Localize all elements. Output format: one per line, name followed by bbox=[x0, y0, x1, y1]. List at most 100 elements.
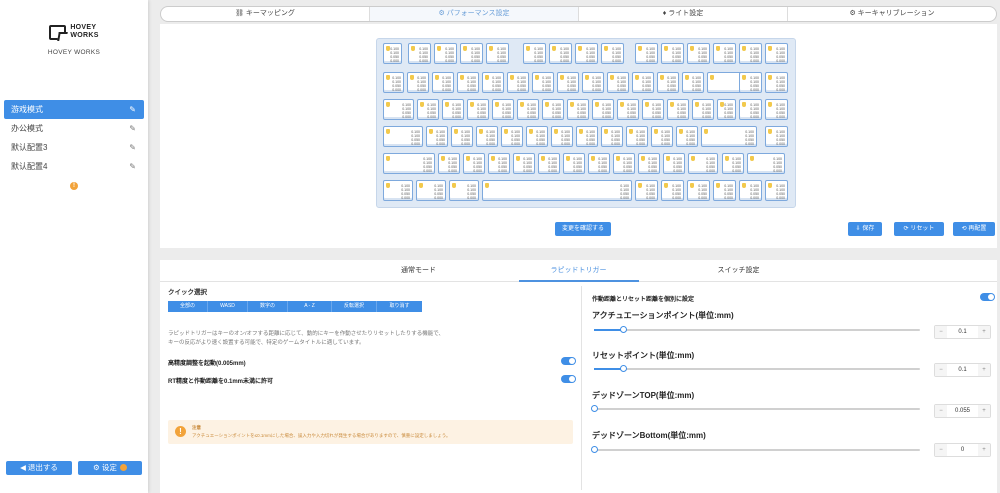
profile-item-office[interactable]: 办公模式 ✎ bbox=[4, 119, 144, 138]
keyboard-key[interactable]: 0.1000.1000.0500.000 bbox=[438, 153, 460, 174]
keyboard-key[interactable]: 0.1000.1000.0500.000 bbox=[765, 72, 788, 93]
settings-button[interactable]: ⚙ 设定 bbox=[78, 461, 142, 475]
keyboard-key[interactable]: 0.1000.1000.0500.000 bbox=[661, 43, 684, 64]
keyboard-key[interactable]: 0.1000.1000.0500.000 bbox=[417, 99, 439, 120]
decrement-button[interactable]: − bbox=[935, 364, 947, 376]
reset-button[interactable]: ⟳ リセット bbox=[894, 222, 944, 236]
keyboard-key[interactable]: 0.1000.1000.0500.000 bbox=[765, 99, 788, 120]
profile-item-game[interactable]: 游戏模式 ✎ bbox=[4, 100, 144, 119]
select-all-button[interactable]: 全部の bbox=[168, 301, 208, 312]
keyboard-key[interactable]: 0.1000.1000.0500.000 bbox=[383, 126, 423, 147]
stepper-value[interactable]: 0.1 bbox=[947, 326, 978, 338]
keyboard-key[interactable]: 0.1000.1000.0500.000 bbox=[765, 126, 788, 147]
keyboard-key[interactable]: 0.1000.1000.0500.000 bbox=[661, 180, 684, 201]
keyboard-key[interactable]: 0.1000.1000.0500.000 bbox=[651, 126, 673, 147]
edit-icon[interactable]: ✎ bbox=[129, 119, 136, 138]
profile-item-default3[interactable]: 默认配置3 ✎ bbox=[4, 138, 144, 157]
keyboard-key[interactable]: 0.1000.1000.0500.000 bbox=[717, 99, 736, 120]
relayout-button[interactable]: ⟲ 再配置 bbox=[953, 222, 995, 236]
keyboard-key[interactable]: 0.1000.1000.0500.000 bbox=[482, 180, 632, 201]
keyboard-key[interactable]: 0.1000.1000.0500.000 bbox=[486, 43, 509, 64]
exit-button[interactable]: ◀ 退出する bbox=[6, 461, 72, 475]
keyboard-key[interactable]: 0.1000.1000.0500.000 bbox=[467, 99, 489, 120]
separate-settings-toggle[interactable] bbox=[980, 293, 995, 301]
keyboard-key[interactable]: 0.1000.1000.0500.000 bbox=[642, 99, 664, 120]
keyboard-key[interactable]: 0.1000.1000.0500.000 bbox=[676, 126, 698, 147]
keyboard-key[interactable]: 0.1000.1000.0500.000 bbox=[575, 43, 598, 64]
keyboard-key[interactable]: 0.1000.1000.0500.000 bbox=[713, 180, 736, 201]
keyboard-key[interactable]: 0.1000.1000.0500.000 bbox=[601, 43, 624, 64]
keyboard-key[interactable]: 0.1000.1000.0500.000 bbox=[383, 99, 414, 120]
keyboard-key[interactable]: 0.1000.1000.0500.000 bbox=[383, 72, 404, 93]
slider-thumb[interactable] bbox=[620, 326, 628, 333]
keyboard-key[interactable]: 0.1000.1000.0500.000 bbox=[765, 43, 788, 64]
keyboard-key[interactable]: 0.1000.1000.0500.000 bbox=[476, 126, 498, 147]
tab-light[interactable]: ♦ ライト設定 bbox=[579, 7, 788, 21]
keyboard-key[interactable]: 0.1000.1000.0500.000 bbox=[457, 72, 479, 93]
keyboard-key[interactable]: 0.1000.1000.0500.000 bbox=[635, 43, 658, 64]
keyboard-key[interactable]: 0.1000.1000.0500.000 bbox=[513, 153, 535, 174]
keyboard-key[interactable]: 0.1000.1000.0500.000 bbox=[663, 153, 685, 174]
increment-button[interactable]: + bbox=[978, 444, 990, 456]
keyboard-key[interactable]: 0.1000.1000.0500.000 bbox=[408, 43, 431, 64]
keyboard-key[interactable]: 0.1000.1000.0500.000 bbox=[739, 180, 762, 201]
keyboard-key[interactable]: 0.1000.1000.0500.000 bbox=[638, 153, 660, 174]
keyboard-key[interactable]: 0.1000.1000.0500.000 bbox=[687, 43, 710, 64]
keyboard-key[interactable]: 0.1000.1000.0500.000 bbox=[416, 180, 446, 201]
select-numbers-button[interactable]: 数字の bbox=[248, 301, 288, 312]
keyboard-key[interactable]: 0.1000.1000.0500.000 bbox=[523, 43, 546, 64]
increment-button[interactable]: + bbox=[978, 405, 990, 417]
keyboard-key[interactable]: 0.1000.1000.0500.000 bbox=[588, 153, 610, 174]
keyboard-key[interactable]: 0.1000.1000.0500.000 bbox=[576, 126, 598, 147]
keyboard-key[interactable]: 0.1000.1000.0500.000 bbox=[507, 72, 529, 93]
slider-track[interactable] bbox=[591, 405, 920, 412]
keyboard-key[interactable]: 0.1000.1000.0500.000 bbox=[739, 43, 762, 64]
slider-thumb[interactable] bbox=[591, 405, 598, 412]
keyboard-key[interactable]: 0.1000.1000.0500.000 bbox=[557, 72, 579, 93]
decrement-button[interactable]: − bbox=[935, 444, 947, 456]
keyboard-key[interactable]: 0.1000.1000.0500.000 bbox=[747, 153, 785, 174]
keyboard-key[interactable]: 0.1000.1000.0500.000 bbox=[657, 72, 679, 93]
tab-key-mapping[interactable]: ⛓ キーマッピング bbox=[161, 7, 370, 21]
keyboard-key[interactable]: 0.1000.1000.0500.000 bbox=[713, 43, 736, 64]
keyboard-key[interactable]: 0.1000.1000.0500.000 bbox=[582, 72, 604, 93]
confirm-changes-button[interactable]: 変更を確認する bbox=[555, 222, 611, 236]
keyboard-key[interactable]: 0.1000.1000.0500.000 bbox=[432, 72, 454, 93]
keyboard-key[interactable]: 0.1000.1000.0500.000 bbox=[517, 99, 539, 120]
edit-icon[interactable]: ✎ bbox=[129, 138, 136, 157]
keyboard-key[interactable]: 0.1000.1000.0500.000 bbox=[632, 72, 654, 93]
keyboard-key[interactable]: 0.1000.1000.0500.000 bbox=[687, 180, 710, 201]
keyboard-key[interactable]: 0.1000.1000.0500.000 bbox=[607, 72, 629, 93]
keyboard-key[interactable]: 0.1000.1000.0500.000 bbox=[617, 99, 639, 120]
keyboard-key[interactable]: 0.1000.1000.0500.000 bbox=[526, 126, 548, 147]
keyboard-key[interactable]: 0.1000.1000.0500.000 bbox=[383, 153, 435, 174]
keyboard-key[interactable]: 0.1000.1000.0500.000 bbox=[765, 180, 788, 201]
keyboard-key[interactable]: 0.1000.1000.0500.000 bbox=[688, 153, 718, 174]
keyboard-key[interactable]: 0.1000.1000.0500.000 bbox=[442, 99, 464, 120]
keyboard-key[interactable]: 0.1000.1000.0500.000 bbox=[722, 153, 744, 174]
tab-normal-mode[interactable]: 通常モード bbox=[339, 260, 499, 281]
tab-switch-settings[interactable]: スイッチ設定 bbox=[659, 260, 819, 281]
save-button[interactable]: ⇩ 保存 bbox=[848, 222, 882, 236]
keyboard-key[interactable]: 0.1000.1000.0500.000 bbox=[692, 99, 714, 120]
keyboard-key[interactable]: 0.1000.1000.0500.000 bbox=[601, 126, 623, 147]
keyboard-key[interactable]: 0.1000.1000.0500.000 bbox=[407, 72, 429, 93]
keyboard-key[interactable]: 0.1000.1000.0500.000 bbox=[635, 180, 658, 201]
select-az-button[interactable]: A - Z bbox=[288, 301, 332, 312]
profile-item-default4[interactable]: 默认配置4 ✎ bbox=[4, 157, 144, 176]
decrement-button[interactable]: − bbox=[935, 326, 947, 338]
slider-track[interactable] bbox=[594, 326, 920, 333]
keyboard-key[interactable]: 0.1000.1000.0500.000 bbox=[567, 99, 589, 120]
keyboard-key[interactable]: 0.1000.1000.0500.000 bbox=[551, 126, 573, 147]
stepper-value[interactable]: 0 bbox=[947, 444, 978, 456]
keyboard-key[interactable]: 0.1000.1000.0500.000 bbox=[563, 153, 585, 174]
slider-thumb[interactable] bbox=[591, 446, 598, 453]
keyboard-key[interactable]: 0.1000.1000.0500.000 bbox=[739, 72, 762, 93]
keyboard-key[interactable]: 0.1000.1000.0500.000 bbox=[549, 43, 572, 64]
increment-button[interactable]: + bbox=[978, 364, 990, 376]
keyboard-key[interactable]: 0.1000.1000.0500.000 bbox=[463, 153, 485, 174]
increment-button[interactable]: + bbox=[978, 326, 990, 338]
keyboard-key[interactable]: 0.1000.1000.0500.000 bbox=[451, 126, 473, 147]
keyboard-key[interactable]: 0.1000.1000.0500.000 bbox=[482, 72, 504, 93]
clear-selection-button[interactable]: 取り消す bbox=[377, 301, 422, 312]
